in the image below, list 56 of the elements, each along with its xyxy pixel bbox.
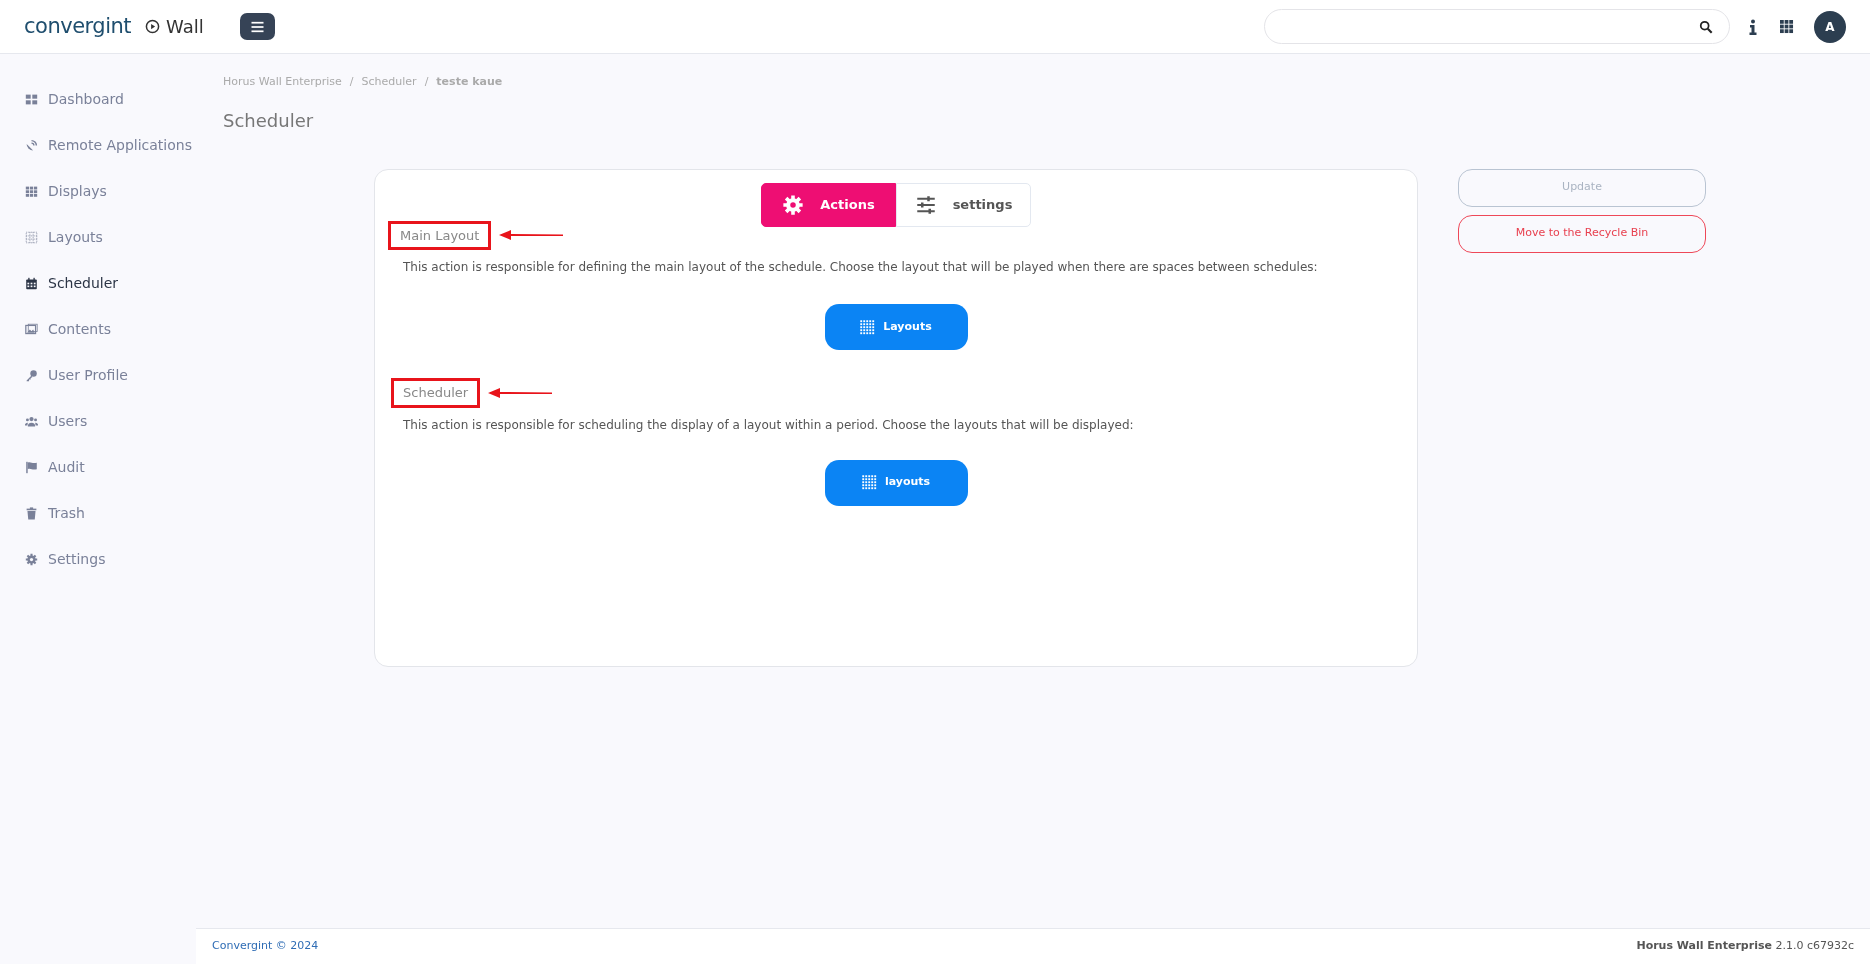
dotted-grid-icon	[860, 319, 876, 335]
tab[interactable]: settings	[896, 182, 1031, 227]
breadcrumb-link[interactable]: Horus Wall Enterprise	[223, 74, 342, 91]
annotation-arrow-icon	[499, 230, 564, 241]
dashboard-icon	[25, 92, 38, 106]
dotted-grid-icon	[25, 230, 38, 244]
trash-icon	[25, 506, 38, 520]
breadcrumb-link[interactable]: Scheduler	[361, 74, 417, 91]
layouts-button[interactable]: Layouts	[824, 304, 968, 350]
grid-icon	[25, 184, 38, 198]
info-icon[interactable]	[1748, 18, 1758, 35]
breadcrumb-current: teste kaue	[436, 74, 503, 90]
satellite-dish-icon	[25, 138, 38, 152]
gear-icon	[782, 193, 805, 216]
sidebar-item[interactable]: Settings	[0, 536, 196, 582]
sliders-icon	[914, 194, 937, 215]
avatar[interactable]: A	[1814, 10, 1846, 43]
key-icon	[25, 368, 38, 382]
sidebar-item[interactable]: Scheduler	[0, 260, 196, 306]
sidebar-item[interactable]: Contents	[0, 306, 196, 352]
images-icon	[25, 322, 38, 336]
sidebar-item[interactable]: Remote Applications	[0, 122, 196, 168]
play-circle-icon	[145, 19, 161, 34]
tab[interactable]: Actions	[761, 182, 896, 227]
annotation-arrow-icon	[488, 387, 553, 398]
section-description: This action is responsible for defining the main layout of the schedule. Choose the layout that will be played when there are spaces between schedules:	[402, 259, 1319, 276]
breadcrumb-separator: /	[424, 74, 429, 90]
section-title: Main Layout	[400, 227, 480, 243]
logo: convergint	[24, 12, 132, 40]
sidebar-item[interactable]: Users	[0, 398, 196, 444]
dotted-grid-icon	[861, 475, 877, 490]
sidebar-item[interactable]: Displays	[0, 168, 196, 214]
search-icon	[1699, 19, 1713, 34]
copyright-text: Convergint © 2024	[212, 938, 319, 955]
menu-button[interactable]	[239, 13, 275, 40]
recycle-bin-button[interactable]: Move to the Recycle Bin	[1458, 214, 1706, 253]
gear-icon	[25, 552, 38, 566]
sidebar-item[interactable]: User Profile	[0, 352, 196, 398]
layouts-button[interactable]: layouts	[824, 459, 968, 506]
calendar-icon	[25, 276, 38, 290]
users-icon	[25, 414, 38, 428]
menu-icon	[250, 20, 264, 33]
section-description: This action is responsible for scheduling the display of a layout within a period. Choose the layouts that will be displayed:	[402, 416, 1135, 434]
section-title: Scheduler	[403, 385, 469, 400]
page-title: Scheduler	[223, 108, 315, 133]
search-field[interactable]	[1264, 9, 1730, 44]
app-name: Wall	[166, 15, 204, 39]
apps-grid-icon[interactable]	[1780, 19, 1794, 34]
sidebar-item[interactable]: Audit	[0, 444, 196, 490]
sidebar-item[interactable]: Layouts	[0, 214, 196, 260]
flag-icon	[25, 460, 38, 474]
breadcrumb-separator: /	[349, 74, 354, 90]
version-text: Horus Wall Enterprise 2.1.0 c67932c	[1636, 938, 1854, 955]
sidebar-item[interactable]: Dashboard	[0, 76, 196, 122]
sidebar-item[interactable]: Trash	[0, 490, 196, 536]
update-button[interactable]: Update	[1458, 168, 1706, 207]
